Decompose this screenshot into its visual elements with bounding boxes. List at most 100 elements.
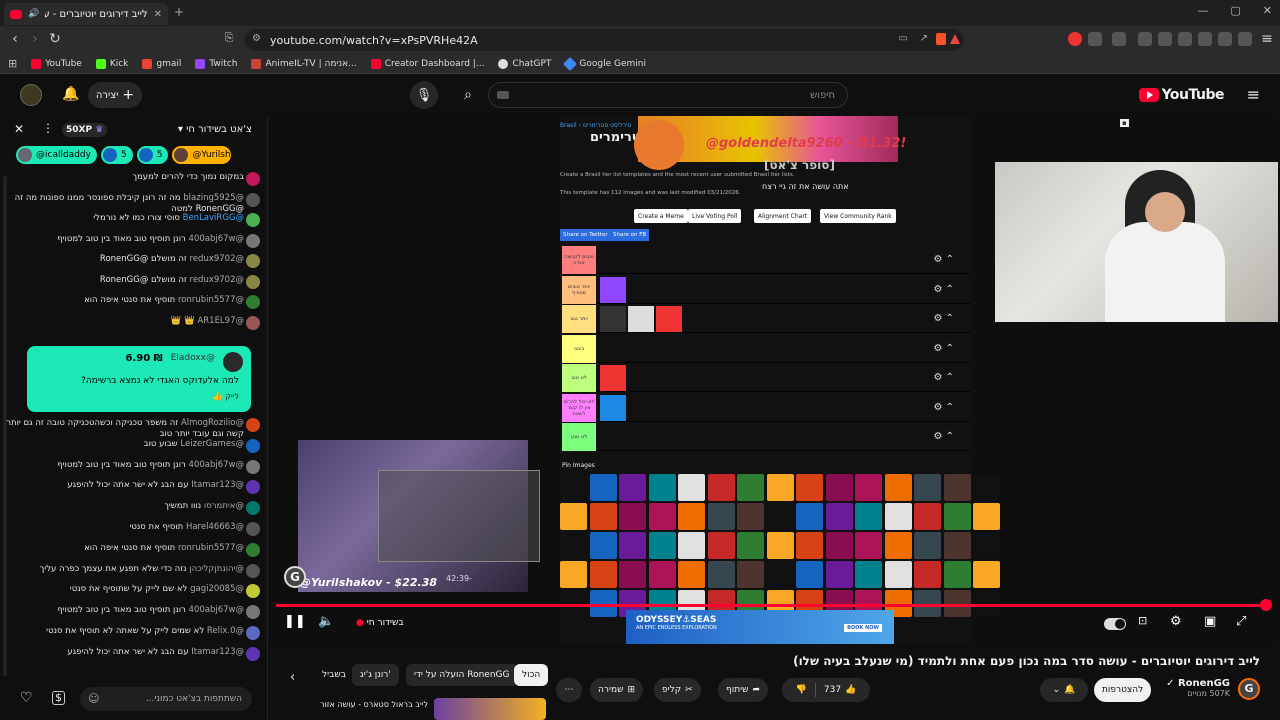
- bookmark-item[interactable]: YouTube: [31, 58, 82, 69]
- clip-button[interactable]: קליפ ✂: [654, 678, 701, 702]
- grid-image[interactable]: [619, 532, 646, 559]
- grid-image[interactable]: [825, 532, 853, 559]
- rewards-icon[interactable]: [950, 34, 960, 44]
- grid-image[interactable]: [943, 503, 971, 530]
- heart-icon[interactable]: ♡: [20, 690, 33, 706]
- bookmark-item[interactable]: Google Gemini: [563, 56, 646, 71]
- close-chat-icon[interactable]: ✕: [14, 122, 24, 136]
- tier-settings-icon[interactable]: ⚙ ⌃: [933, 431, 954, 442]
- voice-search-button[interactable]: 🎙: [410, 81, 438, 109]
- browser-tab[interactable]: 🔊 לייב דירוגים יוטיוברים - עושה ✕: [4, 3, 168, 25]
- scrubber-handle[interactable]: [1260, 599, 1272, 611]
- sidebar-icon[interactable]: [1178, 32, 1192, 46]
- grid-image[interactable]: [825, 503, 853, 530]
- alignment-chart-button[interactable]: Alignment Chart: [754, 209, 812, 223]
- speaker-icon[interactable]: 🔊: [28, 9, 39, 19]
- notifications-bell-icon[interactable]: 🔔: [62, 86, 79, 102]
- grid-image[interactable]: [796, 532, 823, 559]
- grid-image[interactable]: [943, 532, 971, 559]
- grid-image[interactable]: [619, 561, 646, 588]
- chat-input[interactable]: השתתפות בצ'אט כמוני... ☺: [80, 687, 252, 711]
- grid-image[interactable]: [943, 561, 971, 588]
- grid-image[interactable]: [766, 503, 794, 530]
- youtube-logo[interactable]: YouTube: [1138, 87, 1225, 103]
- tier-item[interactable]: [600, 394, 626, 421]
- chip-filter[interactable]: בשביל: [314, 664, 354, 686]
- wallet-icon[interactable]: [1198, 32, 1212, 46]
- grid-image[interactable]: [707, 561, 735, 588]
- grid-image[interactable]: [737, 474, 764, 501]
- tier-settings-icon[interactable]: ⚙ ⌃: [933, 284, 954, 295]
- channel-name[interactable]: RonenGG ✓: [1166, 678, 1230, 689]
- grid-image[interactable]: [766, 532, 794, 559]
- grid-image[interactable]: [648, 532, 676, 559]
- volume-icon[interactable]: 🔈: [318, 614, 334, 629]
- share-twitter-button[interactable]: Share on Twitter: [560, 229, 611, 241]
- autoplay-toggle[interactable]: [1104, 618, 1126, 630]
- tier-item[interactable]: [628, 306, 654, 332]
- hamburger-menu-icon[interactable]: ≡: [1247, 85, 1260, 104]
- bookmark-item[interactable]: Creator Dashboard |...: [370, 58, 484, 69]
- ticker-pill[interactable]: @Yurilsh: [172, 146, 231, 164]
- grid-image[interactable]: [589, 474, 617, 501]
- ticker-pill[interactable]: @icalldaddy: [16, 146, 97, 164]
- grid-image[interactable]: [943, 474, 971, 501]
- grid-image[interactable]: [619, 474, 646, 501]
- grid-image[interactable]: [648, 503, 676, 530]
- progress-bar[interactable]: [276, 599, 1272, 611]
- translate-icon[interactable]: [1112, 32, 1126, 46]
- grid-image[interactable]: [914, 474, 941, 501]
- grid-image[interactable]: [707, 474, 735, 501]
- tier-settings-icon[interactable]: ⚙ ⌃: [933, 402, 954, 413]
- grid-image[interactable]: [796, 474, 823, 501]
- create-button[interactable]: יצירה +: [88, 82, 142, 108]
- join-button[interactable]: להצטרפות: [1094, 678, 1152, 702]
- site-info-icon[interactable]: ⚙: [252, 33, 261, 44]
- tier-label[interactable]: בינוני: [562, 334, 596, 363]
- grid-image[interactable]: [678, 474, 705, 501]
- live-poll-button[interactable]: Live Voting Poll: [688, 209, 742, 223]
- search-input[interactable]: חיפוש: [488, 82, 848, 108]
- tier-settings-icon[interactable]: ⚙ ⌃: [933, 254, 954, 265]
- chip-filter-active[interactable]: הכול: [514, 664, 549, 686]
- live-indicator[interactable]: ● בשידור חי: [356, 618, 404, 628]
- grid-image[interactable]: [973, 532, 1000, 559]
- channel-info[interactable]: RonenGG ✓ 507K מנויים: [1166, 678, 1230, 698]
- back-icon[interactable]: ‹: [6, 31, 24, 47]
- ticker-pill[interactable]: 5: [136, 146, 169, 164]
- chat-mode-dropdown[interactable]: צ'אט בשידור חי ▾: [178, 124, 252, 135]
- grid-image[interactable]: [560, 532, 587, 559]
- grid-image[interactable]: [560, 474, 587, 501]
- tier-settings-icon[interactable]: ⚙ ⌃: [933, 372, 954, 383]
- ad-banner-bottom[interactable]: ODYSSEY⚓SEAS AN EPIC ENDLESS EXPLORATION…: [626, 610, 894, 644]
- grid-image[interactable]: [678, 532, 705, 559]
- grid-image[interactable]: [707, 532, 735, 559]
- shield-icon[interactable]: [1238, 32, 1252, 46]
- grid-image[interactable]: [914, 503, 941, 530]
- chips-prev-icon[interactable]: ‹: [290, 670, 295, 685]
- download-icon[interactable]: [1138, 32, 1152, 46]
- like-button[interactable]: לייק 👍: [213, 392, 239, 401]
- bookmark-item[interactable]: gmail: [142, 58, 181, 69]
- grid-image[interactable]: [914, 561, 941, 588]
- brave-shield-icon[interactable]: [936, 33, 946, 45]
- tier-label[interactable]: יותר טובים מטורף: [562, 275, 596, 304]
- close-window-icon[interactable]: ✕: [1263, 4, 1272, 17]
- tier-label[interactable]: לא נוגע: [562, 423, 596, 451]
- fullscreen-icon[interactable]: ⤢: [1236, 614, 1246, 629]
- cast-icon[interactable]: ▭: [899, 33, 908, 44]
- video-player[interactable]: Brasil › טירליסט סטרימרים סטרימרים @gold…: [270, 116, 1278, 644]
- account-avatar[interactable]: [20, 84, 42, 106]
- grid-image[interactable]: [766, 561, 794, 588]
- tier-settings-icon[interactable]: ⚙ ⌃: [933, 343, 954, 354]
- grid-image[interactable]: [737, 503, 764, 530]
- tier-label[interactable]: טובים לקבוצה אגדה: [562, 246, 596, 274]
- channel-avatar[interactable]: G: [1238, 678, 1260, 700]
- maximize-icon[interactable]: ▢: [1230, 4, 1240, 17]
- suggested-thumbnail[interactable]: [434, 698, 546, 720]
- address-bar[interactable]: ⚙ youtube.com/watch?v=xPsPVRHe42A ▭ ↗: [244, 29, 964, 51]
- subtitles-icon[interactable]: ⊡: [1138, 614, 1147, 627]
- grid-image[interactable]: [796, 503, 823, 530]
- tier-item[interactable]: [656, 306, 682, 332]
- tier-label[interactable]: יותר טוב: [562, 305, 596, 333]
